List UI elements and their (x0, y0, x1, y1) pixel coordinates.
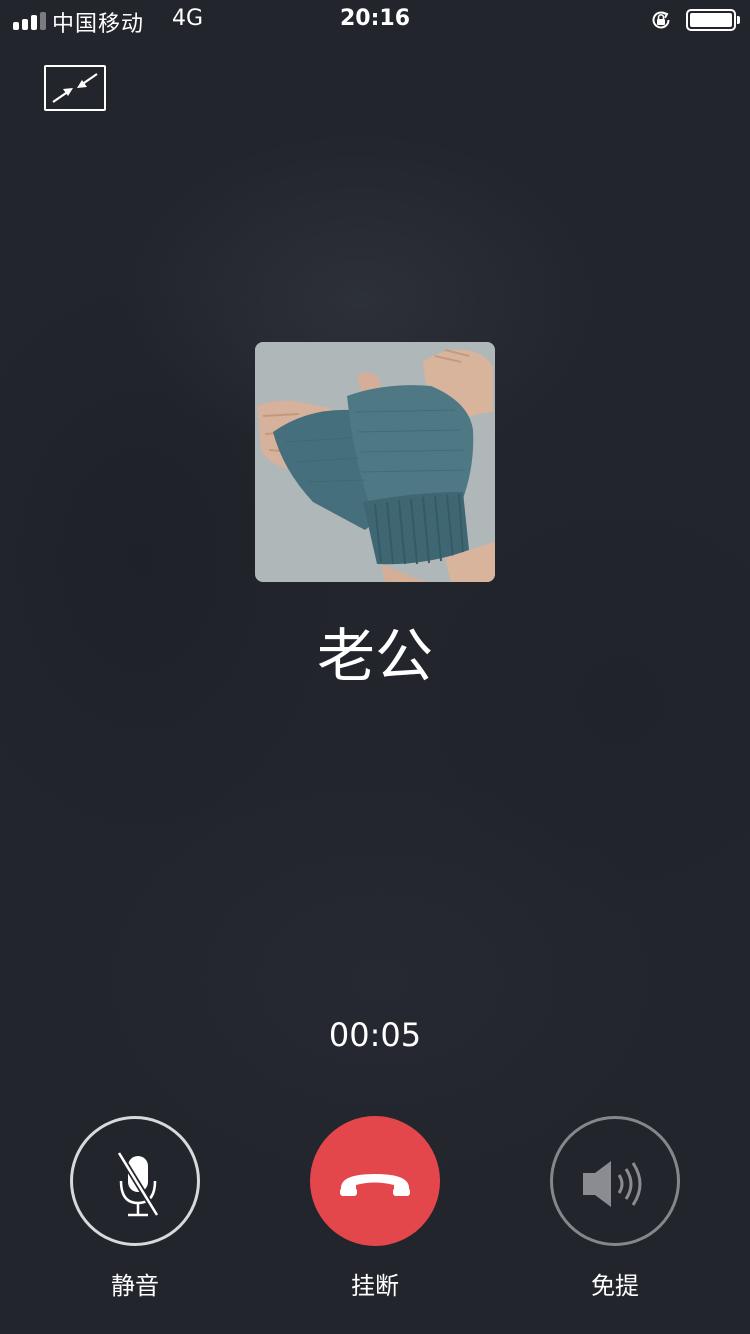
status-time: 20:16 (339, 6, 411, 31)
speaker-control: 免提 (550, 1116, 680, 1316)
status-bar: 中国移动 4G 20:16 (0, 0, 750, 40)
mute-control: 静音 (70, 1116, 200, 1316)
phone-hangup-icon (340, 1174, 410, 1196)
hangup-label: 挂断 (351, 1272, 399, 1300)
hangup-button[interactable] (310, 1116, 440, 1246)
speaker-label: 免提 (591, 1272, 639, 1300)
battery-icon (686, 9, 740, 31)
rotation-lock-icon (652, 11, 670, 29)
mic-off-icon (116, 1151, 160, 1217)
speaker-icon (583, 1161, 642, 1207)
call-timer: 00:05 (328, 1016, 422, 1054)
minimize-button[interactable] (44, 65, 106, 111)
contact-avatar (255, 342, 495, 582)
hangup-control: 挂断 (310, 1116, 440, 1316)
mute-label: 静音 (111, 1272, 159, 1300)
mute-button[interactable] (70, 1116, 200, 1246)
minimize-arrows-icon (52, 73, 98, 103)
contact-name: 老公 (316, 622, 433, 690)
speaker-button[interactable] (550, 1116, 680, 1246)
